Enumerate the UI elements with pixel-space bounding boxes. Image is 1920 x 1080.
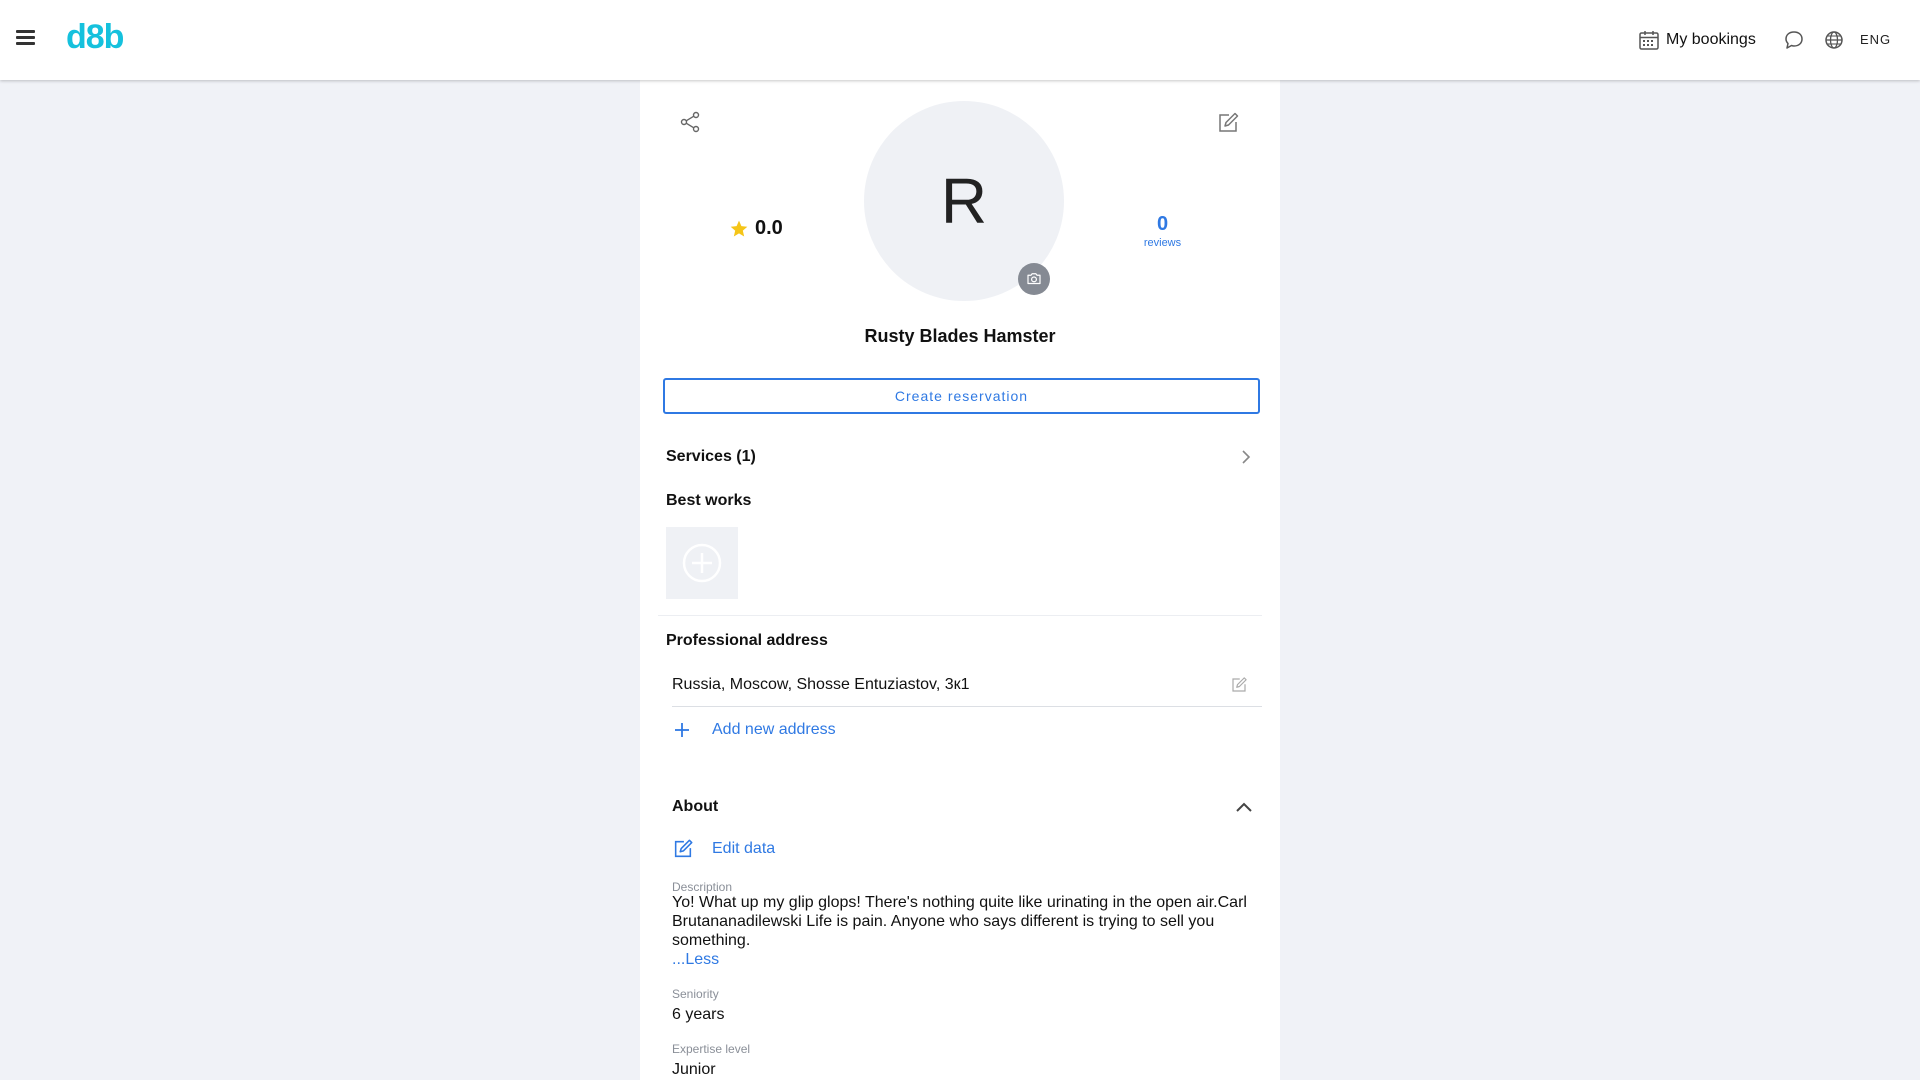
logo[interactable]: d8b <box>66 18 124 57</box>
edit-data-button[interactable]: Edit data <box>672 838 775 860</box>
description-text: Yo! What up my glip glops! There's nothi… <box>672 894 1247 949</box>
add-circle-icon <box>682 543 722 583</box>
about-title: About <box>672 798 719 815</box>
edit-data-label: Edit data <box>712 840 776 857</box>
top-bar: d8b My bookings ENG <box>0 0 1920 80</box>
my-bookings-button[interactable]: My bookings <box>1638 28 1756 52</box>
globe-icon[interactable] <box>1823 29 1845 51</box>
create-reservation-button[interactable]: Create reservation <box>663 378 1260 414</box>
camera-icon <box>1027 273 1041 285</box>
divider <box>658 615 1262 616</box>
services-row[interactable]: Services (1) <box>666 442 1254 472</box>
share-icon[interactable] <box>678 110 702 134</box>
add-work-button[interactable] <box>666 527 738 599</box>
profile-name: Rusty Blades Hamster <box>864 326 1056 346</box>
plus-icon <box>675 723 689 737</box>
star-icon <box>730 220 748 236</box>
calendar-icon <box>1639 31 1659 50</box>
address-text: Russia, Moscow, Shosse Entuziastov, 3к1 <box>672 675 970 693</box>
avatar-initial: R <box>940 165 988 237</box>
language-selector[interactable]: ENG <box>1860 32 1891 47</box>
reviews-label: reviews <box>1143 237 1182 249</box>
my-bookings-label: My bookings <box>1666 31 1756 48</box>
seniority-value: 6 years <box>672 1006 725 1023</box>
professional-address-title: Professional address <box>666 632 828 649</box>
rating-value: 0.0 <box>755 217 783 239</box>
best-works-title: Best works <box>666 492 752 509</box>
edit-address-icon[interactable] <box>1230 676 1248 694</box>
less-link[interactable]: ...Less <box>672 951 719 969</box>
change-photo-button[interactable] <box>1018 263 1050 295</box>
add-new-address-button[interactable]: Add new address <box>672 720 836 740</box>
edit-icon <box>674 839 693 858</box>
reviews-link[interactable]: 0 reviews <box>1125 213 1200 249</box>
about-header[interactable]: About <box>672 792 1254 822</box>
seniority-label: Seniority <box>672 987 719 1001</box>
reviews-count: 0 <box>1156 213 1169 235</box>
address-item: Russia, Moscow, Shosse Entuziastov, 3к1 <box>672 663 1262 707</box>
services-label: Services (1) <box>666 448 756 465</box>
menu-icon[interactable] <box>16 30 40 48</box>
chat-icon[interactable] <box>1783 29 1805 51</box>
chevron-right-icon <box>1242 450 1251 464</box>
chevron-up-icon <box>1236 802 1252 812</box>
expertise-label: Expertise level <box>672 1042 751 1056</box>
description-label: Description <box>672 880 733 894</box>
edit-icon[interactable] <box>1216 111 1240 135</box>
add-new-address-label: Add new address <box>712 721 836 738</box>
profile-card: 0.0 R 0 reviews Rusty Blades Hamster Cre… <box>640 80 1280 1080</box>
rating: 0.0 <box>729 217 783 240</box>
expertise-value: Junior <box>672 1061 716 1078</box>
